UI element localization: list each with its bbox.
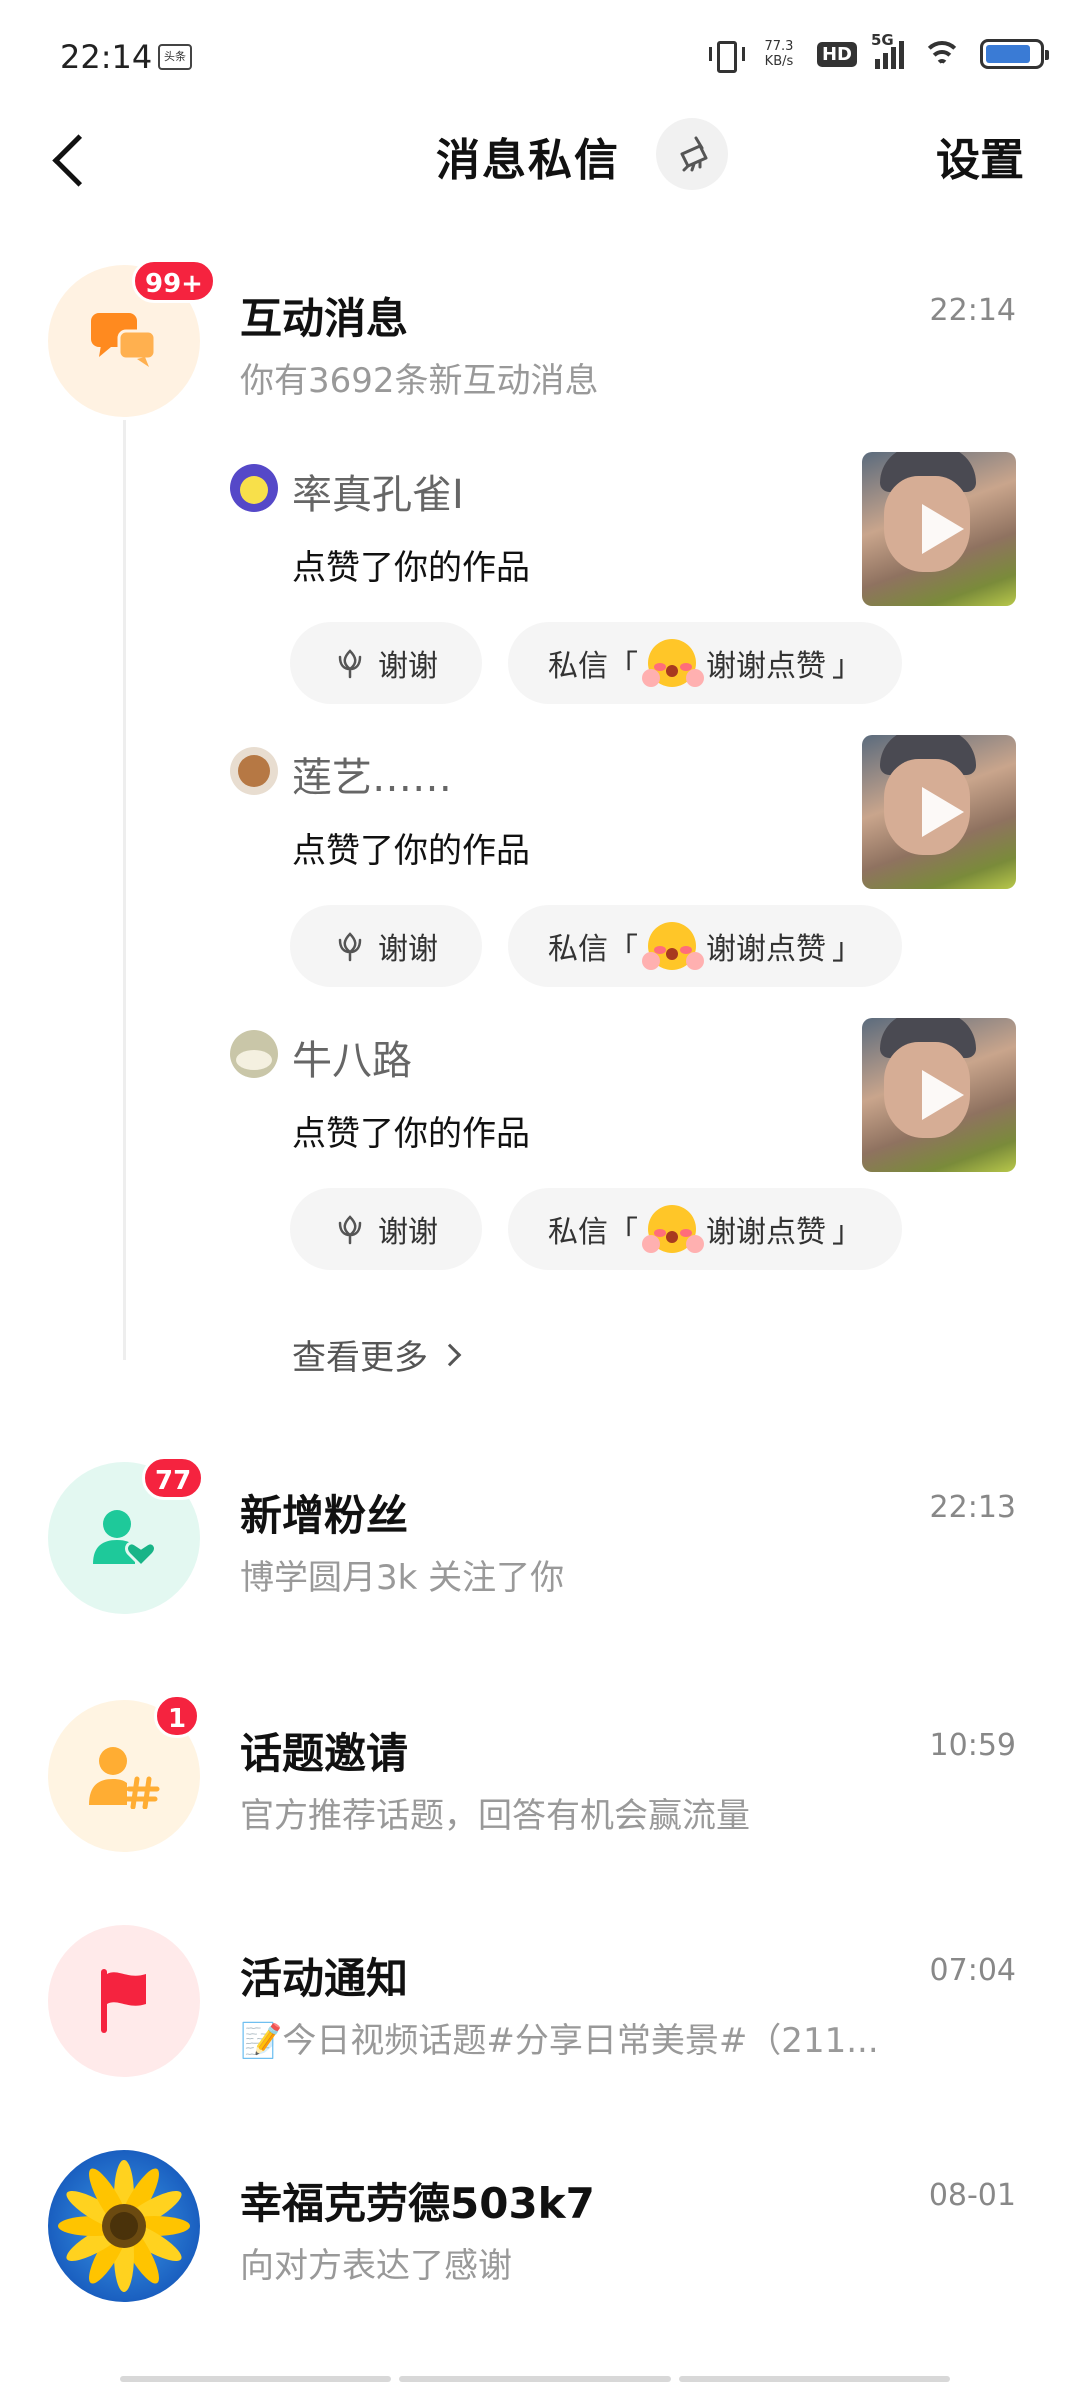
new-fans-subtitle: 博学圆月3k 关注了你	[240, 1558, 565, 1598]
flower-icon	[338, 1215, 362, 1245]
user-name[interactable]: 率真孔雀I	[292, 462, 464, 520]
thanks-button[interactable]: 谢谢	[290, 1188, 482, 1270]
user-name[interactable]: 牛八路	[292, 1028, 412, 1086]
page-title: 消息私信	[436, 135, 620, 186]
vibrate-icon	[707, 37, 745, 73]
interaction-item: 率真孔雀I 点赞了你的作品 谢谢 私信「 谢谢点赞 」	[0, 452, 1080, 722]
broom-icon	[680, 136, 708, 172]
play-icon	[922, 504, 964, 554]
interaction-messages-row[interactable]: 99+ 互动消息 22:14 你有3692条新互动消息	[0, 259, 1080, 445]
sunflower-image	[58, 2160, 190, 2292]
clear-unread-button[interactable]	[656, 118, 728, 190]
thanks-button[interactable]: 谢谢	[290, 622, 482, 704]
chevron-right-icon	[438, 1343, 462, 1366]
activity-subtitle: 📝今日视频话题#分享日常美景#（211...	[240, 2021, 879, 2061]
chat-subtitle: 向对方表达了感谢	[240, 2246, 512, 2286]
shy-face-emoji-icon	[642, 1203, 704, 1255]
settings-button[interactable]: 设置	[936, 124, 1024, 188]
interaction-title: 互动消息	[240, 294, 409, 343]
toutiao-notification-icon: 头条	[158, 44, 192, 70]
new-fans-title: 新增粉丝	[240, 1491, 409, 1540]
new-fans-row[interactable]: 77 新增粉丝 22:13 博学圆月3k 关注了你	[0, 1456, 1080, 1642]
chat-avatar	[48, 2150, 200, 2302]
battery-icon	[980, 39, 1049, 69]
interaction-item: 莲艺…… 点赞了你的作品 谢谢 私信「 谢谢点赞 」	[0, 735, 1080, 1005]
dm-thanks-button[interactable]: 私信「 谢谢点赞 」	[508, 622, 902, 704]
user-avatar[interactable]	[230, 1030, 278, 1078]
flower-icon	[338, 932, 362, 962]
status-icons: 77.3 KB/s HD 5G	[707, 31, 1049, 74]
unread-badge: 1	[154, 1694, 200, 1738]
interaction-subtitle: 你有3692条新互动消息	[240, 361, 599, 401]
user-hashtag-icon	[89, 1747, 160, 1809]
status-time: 22:14	[60, 38, 153, 76]
thanks-button[interactable]: 谢谢	[290, 905, 482, 987]
user-heart-icon	[93, 1510, 157, 1569]
play-icon	[922, 1070, 964, 1120]
back-button[interactable]	[46, 120, 106, 200]
video-thumbnail[interactable]	[862, 452, 1016, 606]
action-text: 点赞了你的作品	[292, 831, 530, 871]
video-thumbnail[interactable]	[862, 1018, 1016, 1172]
user-name[interactable]: 莲艺……	[292, 745, 452, 803]
new-fans-time: 22:13	[929, 1490, 1016, 1525]
user-avatar[interactable]	[230, 747, 278, 795]
shy-face-emoji-icon	[642, 637, 704, 689]
see-more-link[interactable]: 查看更多	[292, 1330, 462, 1379]
bottom-scroll-indicator	[120, 2376, 950, 2382]
flag-icon	[101, 1969, 146, 2033]
activity-time: 07:04	[929, 1953, 1016, 1988]
play-icon	[922, 787, 964, 837]
wifi-icon	[922, 39, 962, 69]
user-avatar[interactable]	[230, 464, 278, 512]
dm-thanks-button[interactable]: 私信「 谢谢点赞 」	[508, 905, 902, 987]
network-speed: 77.3 KB/s	[764, 39, 794, 69]
action-text: 点赞了你的作品	[292, 1114, 530, 1154]
video-thumbnail[interactable]	[862, 735, 1016, 889]
topic-invite-time: 10:59	[929, 1728, 1016, 1763]
dm-thanks-button[interactable]: 私信「 谢谢点赞 」	[508, 1188, 902, 1270]
unread-badge: 77	[142, 1456, 205, 1500]
unread-badge: 99+	[132, 259, 216, 303]
header: 消息私信 设置	[0, 110, 1080, 230]
action-text: 点赞了你的作品	[292, 548, 530, 588]
topic-invite-row[interactable]: 1 话题邀请 10:59 官方推荐话题，回答有机会赢流量	[0, 1694, 1080, 1880]
interaction-item: 牛八路 点赞了你的作品 谢谢 私信「 谢谢点赞 」	[0, 1018, 1080, 1288]
activity-avatar	[48, 1925, 200, 2077]
topic-invite-title: 话题邀请	[240, 1729, 409, 1778]
chat-bubbles-icon	[91, 313, 157, 367]
shy-face-emoji-icon	[642, 920, 704, 972]
topic-invite-subtitle: 官方推荐话题，回答有机会赢流量	[240, 1796, 750, 1836]
status-bar: 22:14 头条 77.3 KB/s HD 5G	[0, 0, 1080, 110]
flower-icon	[338, 649, 362, 679]
activity-notice-row[interactable]: 活动通知 07:04 📝今日视频话题#分享日常美景#（211...	[0, 1925, 1080, 2105]
interaction-time: 22:14	[929, 293, 1016, 328]
signal-icon: 5G	[871, 31, 904, 69]
activity-title: 活动通知	[240, 1954, 409, 2003]
battery-level	[986, 45, 1031, 63]
hd-icon: HD	[816, 41, 857, 67]
chat-row[interactable]: 幸福克劳德503k7 08-01 向对方表达了感谢	[0, 2150, 1080, 2330]
chat-title: 幸福克劳德503k7	[240, 2179, 595, 2228]
chat-time: 08-01	[928, 2178, 1016, 2213]
